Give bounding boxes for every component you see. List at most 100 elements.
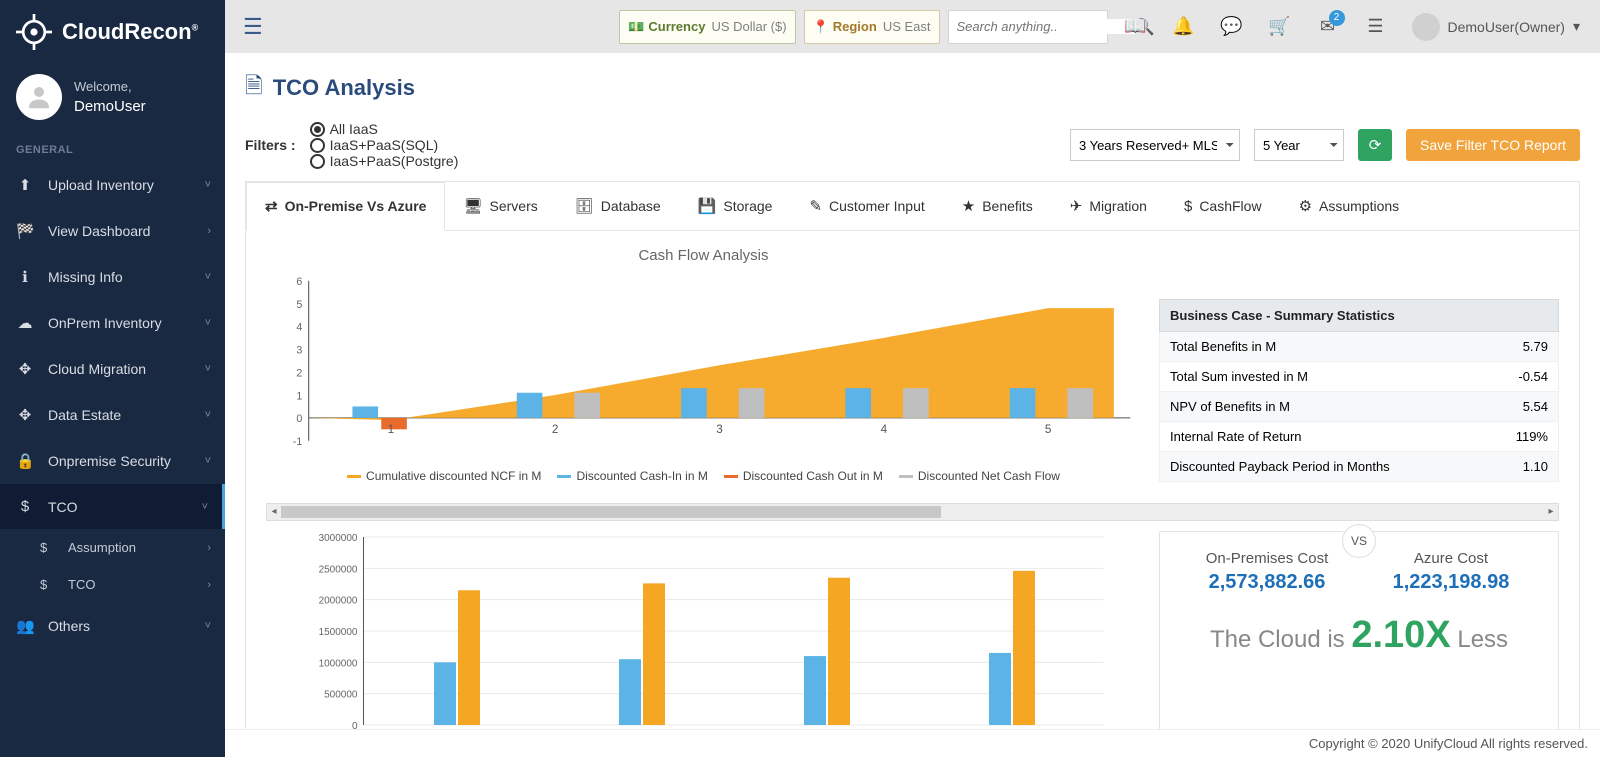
sidebar-subitem-tco[interactable]: $TCO› — [0, 566, 225, 603]
tab-icon: ★ — [962, 197, 975, 215]
tab-on-premise-vs-azure[interactable]: ⇄On-Premise Vs Azure — [246, 182, 445, 231]
sidebar-subitem-assumption[interactable]: $Assumption› — [0, 529, 225, 566]
region-value: US East — [883, 19, 931, 34]
filter-radio-iaas-paas-sql-[interactable]: IaaS+PaaS(SQL) — [310, 137, 459, 153]
refresh-button[interactable]: ⟳ — [1358, 129, 1392, 161]
nav-icon: ✥ — [16, 406, 34, 424]
tab-icon: 🗄 — [575, 197, 594, 215]
sidebar-section-header: GENERAL — [0, 134, 225, 162]
vs-badge: VS — [1342, 524, 1376, 558]
chart1-legend: Cumulative discounted NCF in MDiscounted… — [266, 469, 1141, 483]
azure-cost-label: Azure Cost — [1361, 550, 1541, 567]
region-pill[interactable]: 📍 Region US East — [804, 10, 940, 44]
chevron-icon: ˅ — [205, 317, 211, 329]
radio-dot-icon — [310, 154, 325, 169]
sidebar-item-onpremise-security[interactable]: 🔒Onpremise Security˅ — [0, 438, 225, 484]
summary-stats: Business Case - Summary Statistics Total… — [1159, 299, 1559, 483]
sidebar-item-missing-info[interactable]: ℹMissing Info˅ — [0, 254, 225, 300]
legend-item: Discounted Cash Out in M — [724, 469, 883, 483]
chevron-down-icon: ▾ — [1573, 18, 1580, 35]
chat-icon[interactable]: 💬 — [1212, 7, 1252, 47]
tab-icon: ⚙ — [1299, 197, 1312, 215]
search-box[interactable]: 🔍 — [948, 10, 1108, 44]
sidebar-item-upload-inventory[interactable]: ⬆Upload Inventory˅ — [0, 162, 225, 208]
svg-text:4: 4 — [296, 322, 302, 334]
horizontal-scrollbar[interactable]: ◂ ▸ — [266, 503, 1559, 521]
nav-icon: 🏁 — [16, 222, 34, 240]
pin-icon: 📍 — [813, 19, 829, 35]
svg-text:2: 2 — [296, 367, 302, 379]
nav-icon: $ — [16, 498, 34, 515]
svg-text:1: 1 — [388, 423, 395, 436]
currency-value: US Dollar ($) — [711, 19, 786, 34]
chevron-icon: ˅ — [205, 179, 211, 191]
footer: Copyright © 2020 UnifyCloud All rights r… — [225, 729, 1600, 757]
tab-servers[interactable]: 🖥Servers — [445, 182, 556, 230]
menu-toggle-icon[interactable]: ☰ — [237, 8, 269, 46]
sidebar-item-others[interactable]: 👥Others˅ — [0, 603, 225, 649]
nav-icon: 🔒 — [16, 452, 34, 470]
sidebar-item-tco[interactable]: $TCO˅ — [0, 484, 225, 529]
cost-bar-chart: 0500000100000015000002000000250000030000… — [266, 531, 1141, 731]
tab-assumptions[interactable]: ⚙Assumptions — [1281, 182, 1419, 230]
save-filter-button[interactable]: Save Filter TCO Report — [1406, 129, 1580, 161]
brand-logo-icon — [16, 14, 52, 50]
region-label: Region — [833, 19, 877, 34]
sidebar-item-cloud-migration[interactable]: ✥Cloud Migration˅ — [0, 346, 225, 392]
cloud-multiplier: The Cloud is 2.10X Less — [1172, 614, 1546, 657]
reserved-select[interactable]: 3 Years Reserved+ MLS — [1070, 129, 1240, 161]
nav-icon: $ — [40, 577, 56, 592]
tab-icon: ⇄ — [265, 197, 278, 215]
tab-customer-input[interactable]: ✎Customer Input — [791, 182, 943, 230]
bell-icon[interactable]: 🔔 — [1164, 7, 1204, 47]
tab-migration[interactable]: ✈Migration — [1052, 182, 1166, 230]
cart-icon[interactable]: 🛒 — [1260, 7, 1300, 47]
scroll-right-icon[interactable]: ▸ — [1544, 504, 1558, 520]
sidebar-item-data-estate[interactable]: ✥Data Estate˅ — [0, 392, 225, 438]
svg-text:2: 2 — [552, 423, 559, 436]
currency-pill[interactable]: 💵 Currency US Dollar ($) — [619, 10, 795, 44]
user-menu[interactable]: DemoUser(Owner) ▾ — [1404, 13, 1589, 41]
radio-dot-icon — [310, 122, 325, 137]
cashflow-chart: -1012345612345 — [266, 270, 1141, 460]
filters-label: Filters : — [245, 137, 296, 153]
calculator-icon: 🗎 — [245, 69, 263, 107]
chevron-right-icon: › — [207, 579, 211, 591]
chevron-icon: ˅ — [205, 409, 211, 421]
tab-storage[interactable]: 💾Storage — [680, 182, 792, 230]
tab-cashflow[interactable]: $CashFlow — [1166, 182, 1281, 230]
filter-radio-all-iaas[interactable]: All IaaS — [310, 121, 459, 137]
search-input[interactable] — [957, 19, 1135, 34]
mail-icon[interactable]: ✉2 — [1308, 7, 1348, 47]
legend-item: Discounted Net Cash Flow — [899, 469, 1060, 483]
onprem-cost-value: 2,573,882.66 — [1177, 571, 1357, 594]
chevron-icon: ˅ — [205, 620, 211, 632]
nav-icon: ⬆ — [16, 176, 34, 194]
stats-header: Business Case - Summary Statistics — [1159, 299, 1559, 332]
analysis-card: ⇄On-Premise Vs Azure🖥Servers🗄Database💾St… — [245, 181, 1580, 737]
chevron-right-icon: › — [207, 542, 211, 554]
svg-text:1: 1 — [296, 390, 302, 402]
tab-database[interactable]: 🗄Database — [557, 182, 680, 230]
vs-box: VS On-Premises Cost 2,573,882.66 Azure C… — [1159, 531, 1559, 736]
filter-radio-iaas-paas-postgre-[interactable]: IaaS+PaaS(Postgre) — [310, 153, 459, 169]
svg-text:5: 5 — [1045, 423, 1052, 436]
scroll-thumb[interactable] — [281, 506, 941, 518]
book-icon[interactable]: 📖 — [1116, 7, 1156, 47]
nav-icon: ✥ — [16, 360, 34, 378]
sidebar-item-view-dashboard[interactable]: 🏁View Dashboard› — [0, 208, 225, 254]
tab-benefits[interactable]: ★Benefits — [944, 182, 1052, 230]
topbar: ☰ 💵 Currency US Dollar ($) 📍 Region US E… — [225, 0, 1600, 53]
stats-row: NPV of Benefits in M5.54 — [1159, 392, 1559, 422]
chart1-title: Cash Flow Analysis — [266, 247, 1141, 264]
svg-text:3000000: 3000000 — [319, 533, 358, 544]
years-select[interactable]: 5 Year — [1254, 129, 1344, 161]
bars-icon[interactable]: ☰ — [1356, 7, 1396, 47]
azure-cost-value: 1,223,198.98 — [1361, 571, 1541, 594]
radio-dot-icon — [310, 138, 325, 153]
sidebar-item-onprem-inventory[interactable]: ☁OnPrem Inventory˅ — [0, 300, 225, 346]
tab-icon: ✈ — [1070, 197, 1083, 215]
svg-text:-1: -1 — [293, 436, 303, 448]
chevron-icon: ˅ — [205, 363, 211, 375]
scroll-left-icon[interactable]: ◂ — [267, 504, 281, 520]
